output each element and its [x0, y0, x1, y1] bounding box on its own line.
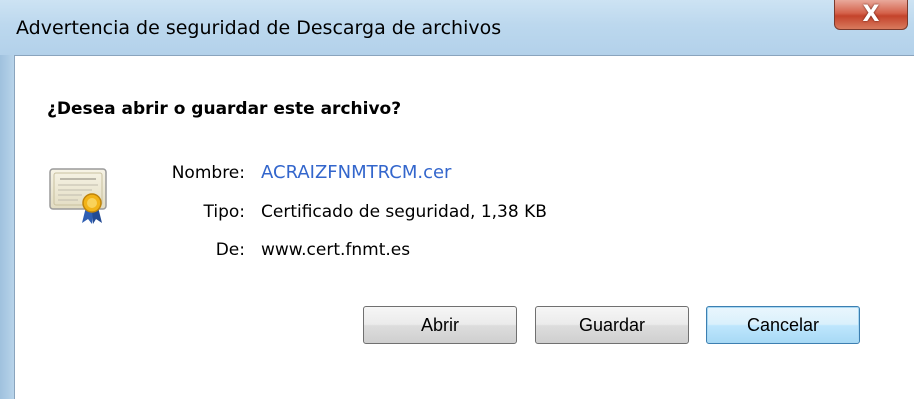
- dialog-body-edge: [14, 55, 15, 399]
- open-button[interactable]: Abrir: [363, 306, 517, 344]
- close-button[interactable]: X: [834, 0, 908, 30]
- file-type-value: Certificado de seguridad, 1,38 KB: [261, 202, 547, 222]
- from-label: De:: [215, 240, 245, 260]
- name-label: Nombre:: [171, 163, 245, 183]
- window-title: Advertencia de seguridad de Descarga de …: [16, 17, 502, 39]
- file-name-link[interactable]: ACRAIZFNMTRCM.cer: [261, 162, 451, 183]
- cancel-button[interactable]: Cancelar: [706, 306, 860, 344]
- file-source-value: www.cert.fnmt.es: [261, 240, 411, 260]
- close-icon: X: [862, 2, 880, 27]
- window-frame-left: [0, 55, 14, 399]
- dialog-question: ¿Desea abrir o guardar este archivo?: [47, 99, 402, 119]
- save-button[interactable]: Guardar: [535, 306, 689, 344]
- type-label: Tipo:: [203, 202, 245, 222]
- title-bar[interactable]: Advertencia de seguridad de Descarga de …: [0, 0, 914, 55]
